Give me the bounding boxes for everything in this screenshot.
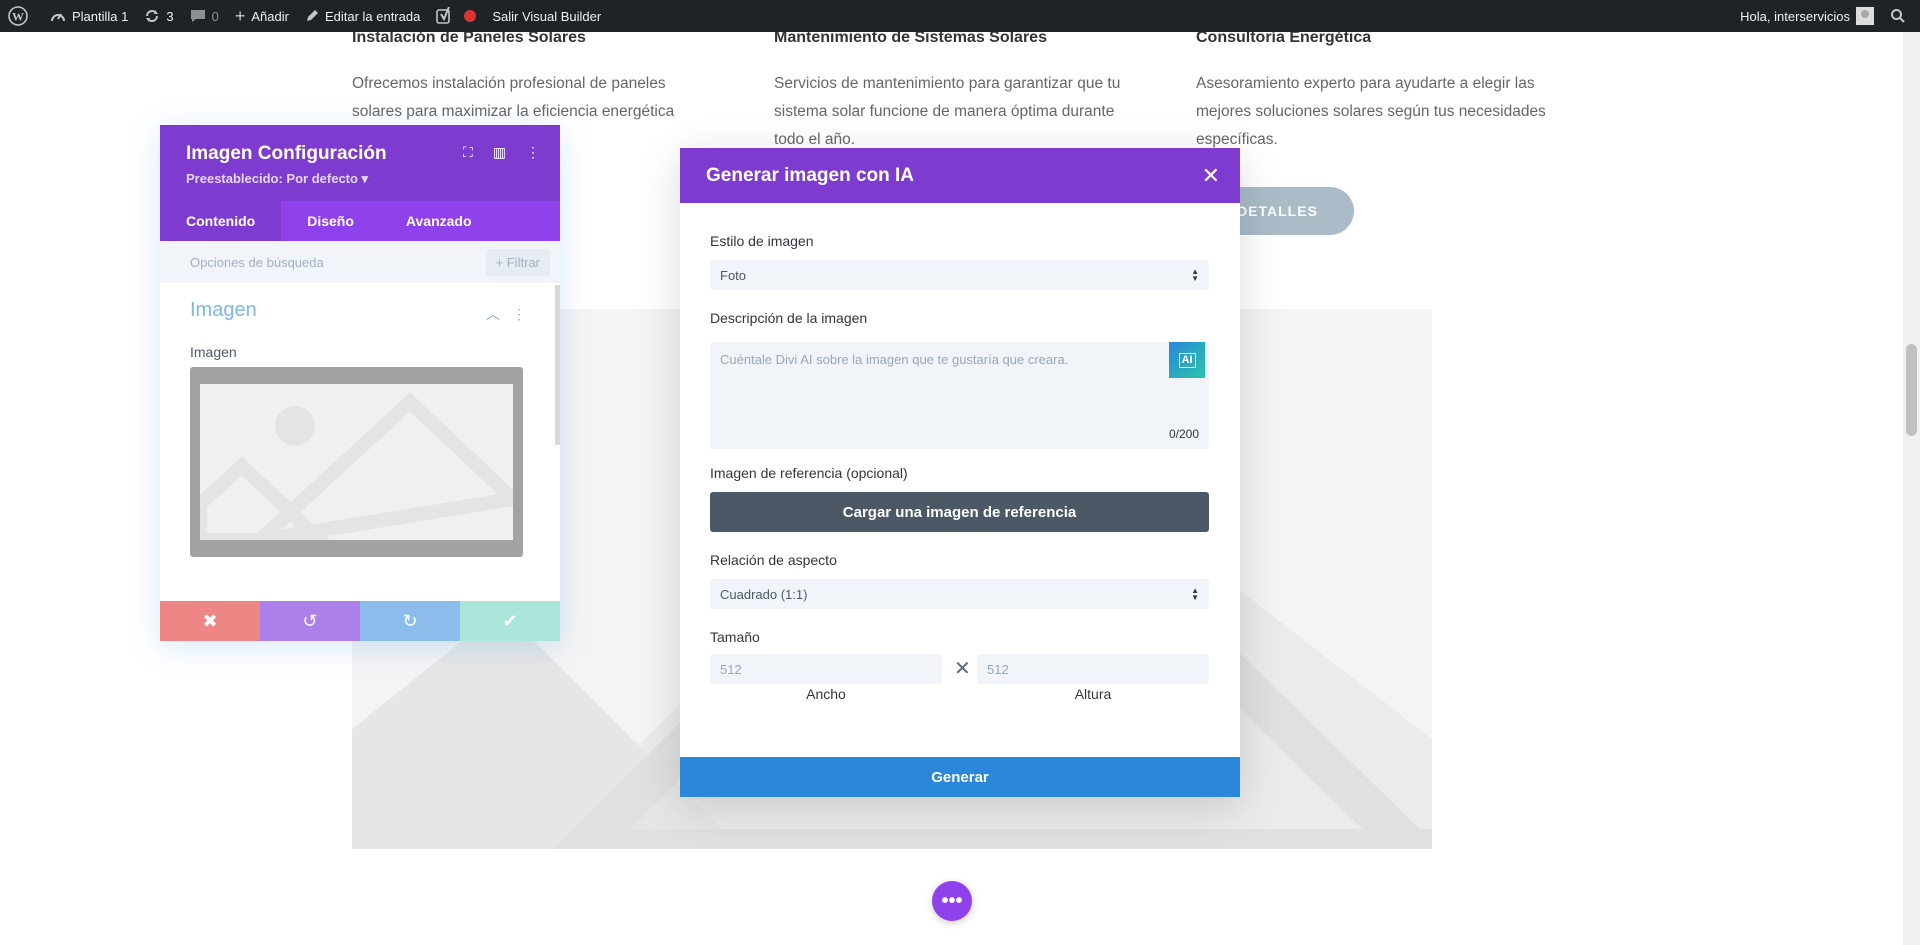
kebab-menu-icon[interactable]: ⋮ [526, 144, 540, 161]
svg-text:W: W [12, 10, 24, 24]
aspect-ratio-value: Cuadrado (1:1) [720, 586, 808, 602]
service-column-1: Instalación de Paneles Solares Ofrecemos… [352, 26, 712, 126]
discard-button[interactable]: ✖ [160, 601, 260, 641]
service-column-3: Consultoría Energética Asesoramiento exp… [1196, 26, 1556, 154]
more-options-button[interactable]: ••• [932, 881, 972, 921]
image-style-label: Estilo de imagen [710, 233, 814, 249]
columns-icon[interactable]: ▥ [493, 144, 506, 161]
upload-reference-button[interactable]: Cargar una imagen de referencia [710, 492, 1209, 532]
updates-count: 3 [166, 8, 174, 24]
image-settings-panel: Imagen Configuración Preestablecido: Por… [160, 125, 560, 641]
dashboard-icon [51, 13, 65, 22]
plus-icon: + [234, 5, 246, 26]
image-style-value: Foto [720, 267, 747, 283]
generate-image-modal: Generar imagen con IA ✕ Estilo de imagen… [680, 148, 1240, 797]
updates-link[interactable]: 3 [136, 0, 181, 32]
reference-image-label: Imagen de referencia (opcional) [710, 465, 908, 481]
greeting-label: Hola, interservicios [1740, 8, 1850, 24]
site-name-link[interactable]: Plantilla 1 [42, 0, 136, 32]
updates-icon [146, 10, 159, 22]
pencil-icon [306, 10, 318, 21]
edit-entry-label: Editar la entrada [324, 8, 421, 24]
times-icon: ✕ [954, 658, 971, 680]
avatar [1856, 7, 1874, 25]
image-upload-slot[interactable] [190, 367, 523, 557]
description-label: Descripción de la imagen [710, 310, 868, 326]
options-search-input[interactable]: Opciones de búsqueda [190, 255, 324, 270]
panel-header: Imagen Configuración Preestablecido: Por… [160, 125, 560, 241]
yoast-link[interactable] [428, 0, 484, 32]
modal-title: Generar imagen con IA [706, 164, 915, 186]
char-count: 0/200 [1168, 427, 1199, 441]
chevron-up-icon[interactable]: ︿ [486, 306, 512, 322]
undo-icon: ↺ [302, 610, 318, 631]
exit-visual-builder-label: Salir Visual Builder [492, 8, 602, 24]
redo-button[interactable]: ↻ [360, 601, 460, 641]
service-text: Ofrecemos instalación profesional de pan… [352, 75, 675, 120]
fullscreen-icon[interactable]: ⛶ [463, 144, 473, 161]
page-scrollbar-thumb[interactable] [1906, 344, 1917, 436]
check-icon: ✔ [502, 610, 518, 631]
page-scrollbar[interactable] [1903, 32, 1920, 945]
select-arrows-icon: ▲ ▼ [1191, 586, 1199, 602]
redo-icon: ↻ [402, 610, 418, 631]
preset-selector[interactable]: Preestablecido: Por defecto ▾ [186, 171, 368, 187]
section-menu-icon[interactable]: ⋮ [512, 306, 538, 322]
width-label: Ancho [806, 686, 846, 702]
exit-visual-builder-link[interactable]: Salir Visual Builder [484, 0, 609, 32]
admin-bar: W Plantilla 1 3 0 + Añadir Editar la ent… [0, 0, 1920, 32]
undo-button[interactable]: ↺ [260, 601, 360, 641]
comment-icon [190, 10, 205, 22]
aspect-ratio-select[interactable]: Cuadrado (1:1) ▲ ▼ [710, 579, 1209, 609]
ai-assist-button[interactable]: AI [1169, 342, 1205, 378]
tab-contenido[interactable]: Contenido [160, 201, 282, 241]
generate-button[interactable]: Generar [680, 757, 1240, 797]
comments-count: 0 [211, 8, 219, 24]
height-input[interactable]: 512 [977, 654, 1209, 684]
more-dots-icon: ••• [941, 889, 963, 912]
tab-avanzado[interactable]: Avanzado [380, 201, 498, 241]
panel-footer: ✖ ↺ ↻ ✔ [160, 601, 560, 641]
service-text: Servicios de mantenimiento para garantiz… [774, 75, 1121, 148]
status-dot-icon [464, 10, 477, 22]
select-arrows-icon: ▲ ▼ [1191, 267, 1199, 283]
close-icon: ✖ [202, 610, 218, 631]
comments-link[interactable]: 0 [182, 0, 227, 32]
close-icon[interactable]: ✕ [1202, 163, 1220, 189]
section-title[interactable]: Imagen [190, 299, 257, 322]
options-search-row: Opciones de búsqueda + Filtrar [160, 241, 560, 283]
admin-search-button[interactable] [1882, 0, 1920, 32]
description-textarea[interactable]: Cuéntale Divi AI sobre la imagen que te … [710, 342, 1209, 449]
search-icon [1891, 9, 1905, 23]
add-new-label: Añadir [251, 8, 289, 24]
width-input[interactable]: 512 [710, 654, 942, 684]
description-placeholder: Cuéntale Divi AI sobre la imagen que te … [720, 352, 1069, 367]
image-placeholder-icon [200, 392, 513, 540]
site-name-label: Plantilla 1 [72, 8, 129, 24]
service-column-2: Mantenimiento de Sistemas Solares Servic… [774, 26, 1134, 154]
filter-button[interactable]: + Filtrar [485, 248, 550, 276]
image-field-label: Imagen [190, 344, 237, 360]
tab-diseno[interactable]: Diseño [281, 201, 380, 241]
image-style-select[interactable]: Foto ▲ ▼ [710, 260, 1209, 290]
panel-scrollbar[interactable] [555, 285, 560, 445]
panel-title: Imagen Configuración [186, 143, 387, 164]
save-button[interactable]: ✔ [460, 601, 560, 641]
yoast-icon [436, 7, 451, 24]
add-new-link[interactable]: + Añadir [227, 0, 297, 32]
height-label: Altura [1074, 686, 1112, 702]
ai-icon: AI [1178, 352, 1196, 368]
wordpress-logo-icon[interactable]: W [0, 0, 42, 32]
size-label: Tamaño [710, 629, 760, 645]
modal-header: Generar imagen con IA ✕ [680, 148, 1240, 203]
panel-tabs: Contenido Diseño Avanzado [160, 201, 560, 241]
user-account-link[interactable]: Hola, interservicios [1732, 0, 1882, 32]
aspect-ratio-label: Relación de aspecto [710, 552, 837, 568]
edit-entry-link[interactable]: Editar la entrada [297, 0, 428, 32]
service-text: Asesoramiento experto para ayudarte a el… [1196, 75, 1546, 148]
